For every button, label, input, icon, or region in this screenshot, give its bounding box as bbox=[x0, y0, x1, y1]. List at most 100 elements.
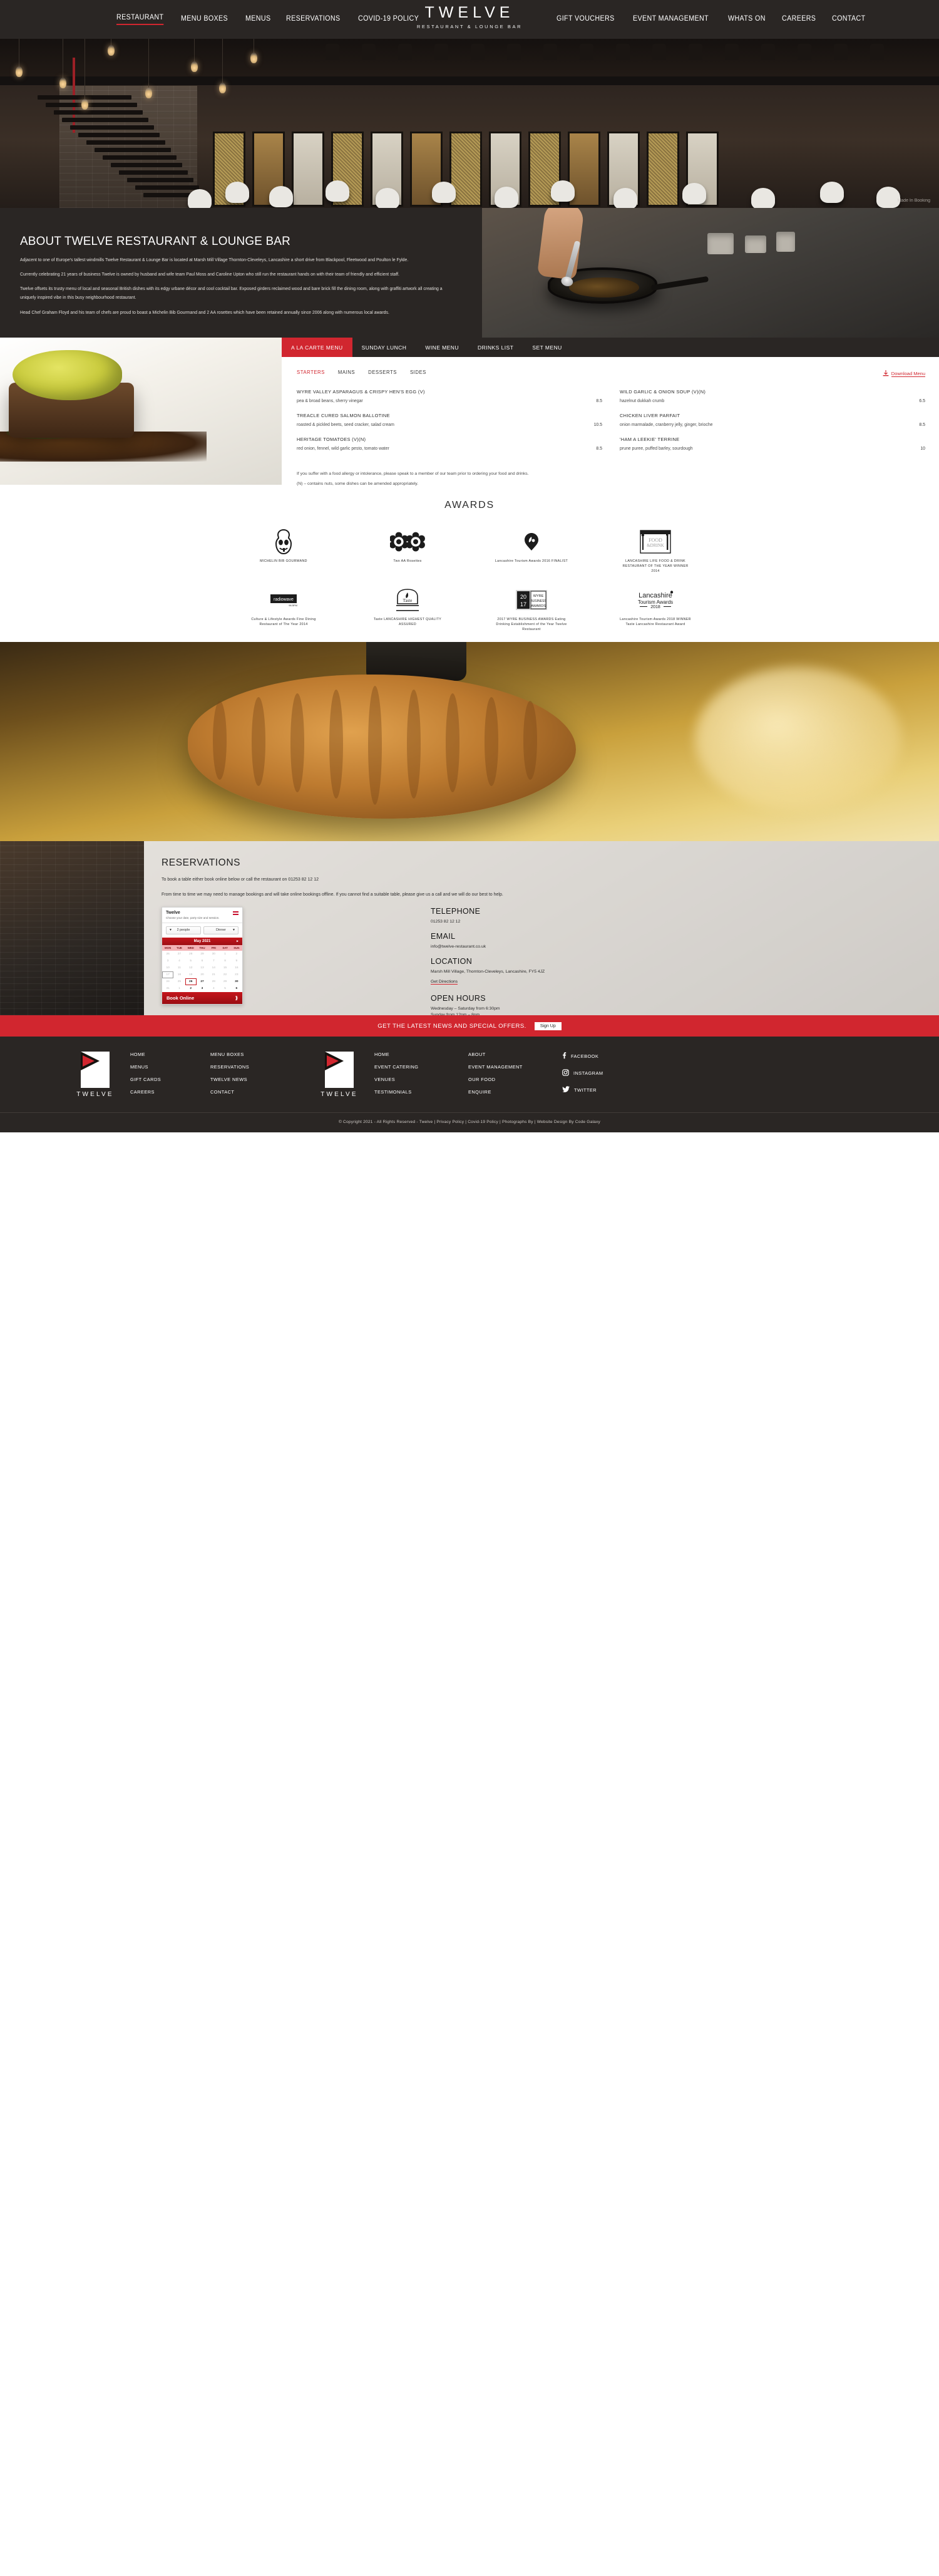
stair-step bbox=[62, 118, 148, 122]
footer-link-home[interactable]: HOME bbox=[130, 1052, 210, 1057]
calendar-day: 4 bbox=[178, 959, 180, 963]
dining-chair bbox=[326, 180, 349, 202]
about-text-panel: ABOUT TWELVE RESTAURANT & LOUNGE BAR Adj… bbox=[0, 208, 482, 338]
calendar-day[interactable]: 6 bbox=[230, 985, 242, 992]
pastry-ridge bbox=[329, 690, 343, 799]
dish-price: 8.5 bbox=[919, 423, 925, 427]
footer-link-event-management[interactable]: EVENT MANAGEMENT bbox=[468, 1064, 562, 1070]
calendar-day[interactable]: 27 bbox=[196, 978, 208, 985]
nav-item-covid-policy[interactable]: COVID-19 POLICY bbox=[358, 15, 419, 24]
menu-item[interactable]: CHICKEN LIVER PARFAIT onion marmalade, c… bbox=[620, 413, 925, 427]
calendar-day: 1 bbox=[178, 986, 180, 990]
calendar-weekday: WED bbox=[187, 946, 194, 949]
menu-column-left: WYRE VALLEY ASPARAGUS & CRISPY HEN'S EGG… bbox=[297, 389, 602, 460]
nav-item-careers[interactable]: CAREERS bbox=[782, 15, 816, 24]
nav-item-reservations[interactable]: RESERVATIONS bbox=[286, 15, 340, 24]
reservations-heading: RESERVATIONS bbox=[162, 857, 241, 869]
awards-section: AWARDS MICHELIN BIB GOURMAND Two AA Rose… bbox=[0, 485, 939, 643]
menu-item[interactable]: HERITAGE TOMATOES (V)(N) red onion, fenn… bbox=[297, 437, 602, 451]
footer-instagram-link[interactable]: INSTAGRAM bbox=[562, 1069, 642, 1077]
course-tab-sides[interactable]: SIDES bbox=[410, 370, 426, 375]
footer-link-menu-boxes[interactable]: MENU BOXES bbox=[210, 1052, 304, 1057]
email-value[interactable]: info@twelve-restaurant.co.uk bbox=[431, 944, 694, 949]
mezzanine-chair bbox=[362, 44, 376, 60]
dish-description: red onion, fennel, wild garlic pesto, to… bbox=[297, 447, 389, 451]
svg-text:96.5FM: 96.5FM bbox=[289, 604, 297, 607]
mezzanine-chair bbox=[689, 44, 702, 60]
menu-tab-drinks-list[interactable]: DRINKS LIST bbox=[468, 338, 523, 357]
kitchen-pot-3 bbox=[776, 232, 795, 252]
course-tab-starters[interactable]: STARTERS bbox=[297, 370, 325, 375]
lancashire-life-food-drink-icon: FOOD &DRINK bbox=[618, 527, 692, 556]
download-icon bbox=[883, 370, 889, 377]
nav-item-gift-vouchers[interactable]: GIFT VOUCHERS bbox=[557, 15, 615, 24]
calendar-day: 4 bbox=[212, 986, 215, 990]
stair-step bbox=[127, 178, 193, 182]
footer-link-home-2[interactable]: HOME bbox=[374, 1052, 468, 1057]
telephone-value[interactable]: 01253 82 12 12 bbox=[431, 919, 694, 924]
footer-link-menus[interactable]: MENUS bbox=[130, 1064, 210, 1070]
party-size-select[interactable]: ▼ 2 people bbox=[166, 926, 201, 934]
footer-link-event-catering[interactable]: EVENT CATERING bbox=[374, 1064, 468, 1070]
footer-logo-mark-2 bbox=[325, 1052, 354, 1089]
menu-item[interactable]: TREACLE CURED SALMON BALLOTINE roasted &… bbox=[297, 413, 602, 427]
pastry-ridge bbox=[446, 693, 459, 793]
footer-link-gift-cards[interactable]: GIFT CARDS bbox=[130, 1077, 210, 1082]
footer-twitter-link[interactable]: TWITTER bbox=[562, 1086, 642, 1094]
course-tab-desserts[interactable]: DESSERTS bbox=[368, 370, 397, 375]
footer-link-enquire[interactable]: ENQUIRE bbox=[468, 1089, 562, 1095]
footer-column-2: MENU BOXES RESERVATIONS TWELVE NEWS CONT… bbox=[210, 1052, 304, 1102]
footer-link-contact[interactable]: CONTACT bbox=[210, 1089, 304, 1095]
menu-tab-set-menu[interactable]: SET MENU bbox=[523, 338, 571, 357]
stair-step bbox=[95, 148, 171, 152]
menu-tab-a-la-carte[interactable]: A LA CARTE MENU bbox=[282, 338, 352, 357]
nav-item-menu-boxes[interactable]: MENU BOXES bbox=[181, 15, 228, 24]
nav-item-contact[interactable]: CONTACT bbox=[832, 15, 866, 24]
pendant-bulb bbox=[108, 39, 115, 56]
menu-tab-wine-menu[interactable]: WINE MENU bbox=[416, 338, 468, 357]
calendar-day[interactable]: 2 bbox=[185, 985, 197, 992]
menu-item[interactable]: WYRE VALLEY ASPARAGUS & CRISPY HEN'S EGG… bbox=[297, 389, 602, 403]
menu-allergy-notes: If you suffer with a food allergy or int… bbox=[282, 460, 939, 486]
course-tab-mains[interactable]: MAINS bbox=[338, 370, 355, 375]
next-month-icon[interactable]: ► bbox=[236, 939, 239, 943]
book-online-button[interactable]: Book Online ⟫ bbox=[162, 991, 242, 1004]
reservations-side-photo bbox=[0, 841, 144, 1016]
calendar-day[interactable]: 3 bbox=[196, 985, 208, 992]
menu-item[interactable]: WILD GARLIC & ONION SOUP (V)(N) hazelnut… bbox=[620, 389, 925, 403]
booking-widget[interactable]: Twelve Choose your date, party size and … bbox=[162, 906, 243, 1005]
calendar-day: 12 bbox=[189, 966, 193, 970]
get-directions-link[interactable]: Get Directions bbox=[431, 980, 458, 985]
about-chef-photo bbox=[482, 208, 939, 338]
award-caption: MICHELIN BIB GOURMAND bbox=[260, 559, 307, 563]
calendar-day[interactable]: 30 bbox=[230, 978, 242, 985]
footer-link-careers[interactable]: CAREERS bbox=[130, 1089, 210, 1095]
calendar-day[interactable]: 26 bbox=[185, 978, 197, 985]
menu-tab-sunday-lunch[interactable]: SUNDAY LUNCH bbox=[352, 338, 416, 357]
footer-link-testimonials[interactable]: TESTIMONIALS bbox=[374, 1089, 468, 1095]
about-paragraph-1: Adjacent to one of Europe's tallest wind… bbox=[20, 258, 409, 262]
download-menu-button[interactable]: Download Menu bbox=[883, 370, 925, 377]
nav-item-restaurant[interactable]: RESTAURANT bbox=[116, 14, 164, 25]
footer-logo-center[interactable]: TWELVE bbox=[304, 1052, 374, 1098]
calendar-day: 22 bbox=[223, 973, 227, 976]
footer-link-our-food[interactable]: OUR FOOD bbox=[468, 1077, 562, 1082]
svg-text:17: 17 bbox=[520, 601, 526, 608]
footer-link-venues[interactable]: VENUES bbox=[374, 1077, 468, 1082]
menu-item[interactable]: 'HAM A LEEKIE' TERRINE prune puree, puff… bbox=[620, 437, 925, 451]
newsletter-signup-button[interactable]: Sign Up bbox=[534, 1022, 562, 1030]
session-select[interactable]: Dinner ▼ bbox=[203, 926, 239, 934]
stair-step bbox=[46, 103, 137, 107]
calendar-day-grid[interactable]: 26 27 28 29 30 1 2 3 4 5 6 7 8 9 10 11 12 13 14 15 16 17 18 19 2… bbox=[162, 951, 242, 992]
footer-link-twelve-news[interactable]: TWELVE NEWS bbox=[210, 1077, 304, 1082]
footer-link-reservations[interactable]: RESERVATIONS bbox=[210, 1064, 304, 1070]
nav-item-event-management[interactable]: EVENT MANAGEMENT bbox=[633, 15, 709, 24]
footer-link-about[interactable]: ABOUT bbox=[468, 1052, 562, 1057]
site-logo[interactable]: TWELVE RESTAURANT & LOUNGE BAR bbox=[417, 4, 522, 29]
nav-item-whats-on[interactable]: WHATS ON bbox=[728, 15, 766, 24]
footer-logo-left[interactable]: TWELVE bbox=[60, 1052, 130, 1098]
awards-row-2: radiowave 96.5FM Culture & Lifestyle Awa… bbox=[0, 586, 939, 633]
footer-facebook-link[interactable]: FACEBOOK bbox=[562, 1052, 642, 1060]
pendant-bulb bbox=[219, 39, 226, 93]
nav-item-menus[interactable]: MENUS bbox=[245, 15, 270, 24]
